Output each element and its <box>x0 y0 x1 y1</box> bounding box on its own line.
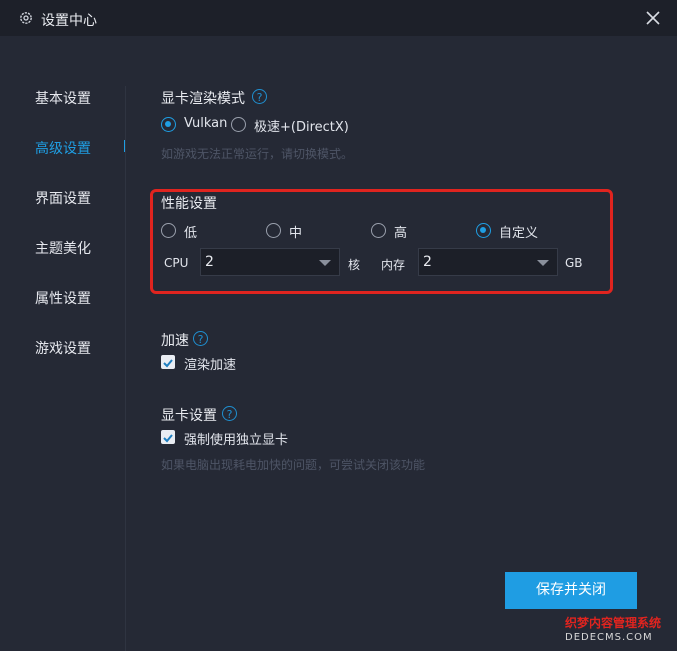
gear-icon <box>20 12 32 24</box>
watermark-text: 织梦内容管理系统 <box>565 616 662 630</box>
check-icon <box>163 434 173 443</box>
performance-title: 性能设置 <box>161 196 217 212</box>
memory-select[interactable]: 2 <box>418 248 558 276</box>
radio-directx-label: 极速+(DirectX) <box>254 120 349 135</box>
radio-custom[interactable] <box>476 223 491 238</box>
radio-medium[interactable] <box>266 223 281 238</box>
cpu-select-value: 2 <box>205 254 214 270</box>
sidebar-item-basic[interactable]: 基本设置 <box>35 88 91 108</box>
chevron-down-icon <box>537 260 549 266</box>
radio-custom-label: 自定义 <box>499 226 539 241</box>
radio-vulkan-label: Vulkan <box>184 116 228 131</box>
help-icon[interactable]: ? <box>193 331 208 346</box>
radio-high-label: 高 <box>394 226 408 241</box>
render-accel-label: 渲染加速 <box>184 358 237 373</box>
render-mode-hint: 如游戏无法正常运行，请切换模式。 <box>161 147 354 161</box>
acceleration-title: 加速 <box>161 333 189 349</box>
check-icon <box>163 359 173 368</box>
watermark: 织梦内容管理系统 DEDECMS.COM <box>565 614 675 650</box>
title-bar: 设置中心 <box>0 0 677 36</box>
radio-directx[interactable] <box>231 117 246 132</box>
memory-label: 内存 <box>381 258 406 272</box>
memory-select-value: 2 <box>423 254 432 270</box>
render-mode-title: 显卡渲染模式 <box>161 91 245 107</box>
performance-highlight <box>150 189 613 294</box>
help-icon[interactable]: ? <box>222 406 237 421</box>
dedicated-gpu-label: 强制使用独立显卡 <box>184 433 289 448</box>
sidebar-item-games[interactable]: 游戏设置 <box>35 338 91 358</box>
gpu-title: 显卡设置 <box>161 408 217 424</box>
radio-medium-label: 中 <box>289 226 303 241</box>
cpu-label: CPU <box>164 256 189 270</box>
gpu-hint: 如果电脑出现耗电加快的问题，可尝试关闭该功能 <box>161 458 426 472</box>
sidebar-item-advanced[interactable]: 高级设置 <box>35 138 91 158</box>
render-accel-checkbox[interactable] <box>161 355 175 369</box>
radio-high[interactable] <box>371 223 386 238</box>
cpu-select[interactable]: 2 <box>200 248 340 276</box>
save-and-close-button[interactable]: 保存并关闭 <box>505 572 637 609</box>
sidebar-divider <box>125 86 126 651</box>
sidebar-item-properties[interactable]: 属性设置 <box>35 288 91 308</box>
sidebar-item-interface[interactable]: 界面设置 <box>35 188 91 208</box>
watermark-domain: DEDECMS.COM <box>565 632 653 643</box>
help-icon[interactable]: ? <box>252 89 267 104</box>
sidebar-item-theme[interactable]: 主题美化 <box>35 238 91 258</box>
radio-low-label: 低 <box>184 226 198 241</box>
radio-vulkan[interactable] <box>161 117 176 132</box>
window-title: 设置中心 <box>41 13 97 29</box>
cpu-unit: 核 <box>348 258 361 272</box>
close-icon[interactable] <box>641 6 665 30</box>
memory-unit: GB <box>565 256 583 270</box>
chevron-down-icon <box>319 260 331 266</box>
dedicated-gpu-checkbox[interactable] <box>161 430 175 444</box>
radio-low[interactable] <box>161 223 176 238</box>
